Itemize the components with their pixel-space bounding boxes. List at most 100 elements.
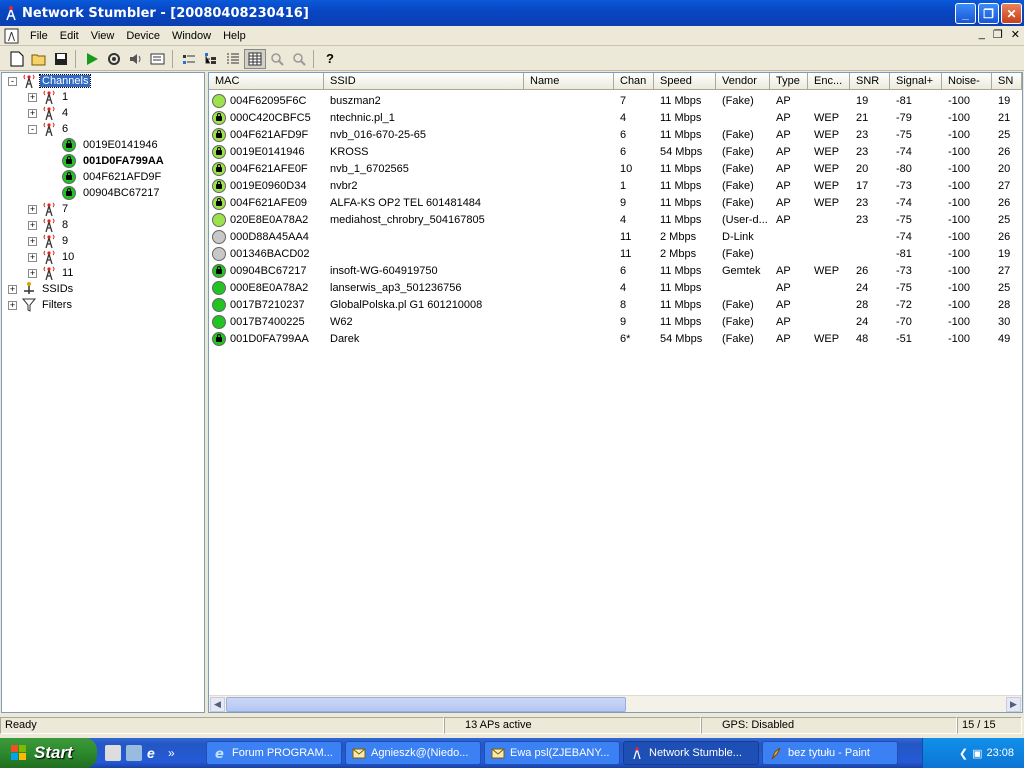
channel-tree[interactable]: - Channels +1 +4-6 0019E0141946 001D0FA799AA 0… [1,72,205,713]
table-cell: -100 [948,162,971,175]
menu-help[interactable]: Help [217,30,252,42]
tree-item[interactable]: 004F621AFD9F [62,169,163,185]
tray-network-icon[interactable]: ▣ [972,747,982,760]
table-row[interactable]: 004F621AFE09 ALFA-KS OP2 TEL 601481484 9 11… [209,194,1022,211]
column-header[interactable]: SSID [324,73,524,90]
table-row[interactable]: 001D0FA799AA Darek 6* 54 Mbps (Fake) AP WEP 48 -… [209,330,1022,347]
column-header[interactable]: Vendor [716,73,770,90]
open-icon[interactable] [28,49,50,69]
close-button[interactable]: ✕ [1001,3,1022,24]
column-header[interactable]: Signal+ [890,73,942,90]
taskbar-button[interactable]: Network Stumble... [623,741,759,765]
quicklaunch-a-icon[interactable] [105,745,121,761]
table-row[interactable]: 0019E0960D34 nvbr2 1 11 Mbps (Fake) AP WEP 17 -7… [209,177,1022,194]
horizontal-scrollbar[interactable]: ◀ ▶ [209,695,1022,712]
taskbar-button[interactable]: Ewa psl(ZJEBANY... [484,741,620,765]
config-icon[interactable] [147,49,169,69]
table-row[interactable]: 004F62095F6C buszman2 7 11 Mbps (Fake) AP 19 -8… [209,92,1022,109]
grid-icon[interactable] [244,48,266,69]
sound-icon[interactable] [125,49,147,69]
table-row[interactable]: 0017B7400225 W62 9 11 Mbps (Fake) AP 24 -70 -100… [209,313,1022,330]
expand-icon[interactable]: + [28,204,37,214]
new-icon[interactable] [6,49,28,69]
table-row[interactable]: 000E8E0A78A2 lanserwis_ap3_501236756 4 11 M… [209,279,1022,296]
tree-item[interactable]: 00904BC67217 [62,185,161,201]
menu-device[interactable]: Device [120,30,166,42]
tree-item[interactable]: +11 [28,265,75,281]
table-row[interactable]: 00904BC67217 insoft-WG-604919750 6 11 Mbps G… [209,262,1022,279]
column-header[interactable]: MAC [209,73,324,90]
tree-item[interactable]: +8 [28,217,70,233]
column-header[interactable]: SNR [850,73,890,90]
expand-icon[interactable]: + [28,236,37,246]
expand-icon[interactable]: + [28,252,37,262]
tree-item[interactable]: +7 [28,201,70,217]
taskbar-button[interactable]: e Forum PROGRAM... [206,741,342,765]
ap-list[interactable]: MAC SSID Name Chan Speed Vendor Type Enc... SNR S… [208,72,1023,713]
scroll-thumb[interactable] [226,697,626,712]
tree-item[interactable]: +1 [28,89,70,105]
tree-item[interactable]: 001D0FA799AA [62,153,166,169]
tree-item[interactable]: - Channels [8,73,92,89]
tree-item[interactable]: + SSIDs [8,281,75,297]
quicklaunch-ie-icon[interactable]: e [147,745,163,761]
column-header[interactable]: Enc... [808,73,850,90]
quicklaunch-b-icon[interactable] [126,745,142,761]
help-icon[interactable]: ? [319,49,341,69]
expand-icon[interactable]: + [28,108,37,118]
mdi-restore-button[interactable]: ❐ [993,28,1003,41]
quicklaunch-more-icon[interactable]: » [168,745,184,761]
zoom-in-icon[interactable] [266,49,288,69]
menu-edit[interactable]: Edit [54,30,85,42]
play-icon[interactable] [81,49,103,69]
expand-icon[interactable]: + [8,300,17,310]
column-header[interactable]: Noise- [942,73,992,90]
column-header[interactable]: Speed [654,73,716,90]
collapse-icon[interactable]: - [28,124,37,134]
tree-item[interactable]: +4 [28,105,70,121]
mdi-minimize-button[interactable]: _ [979,28,985,41]
column-header[interactable]: Name [524,73,614,90]
tree-item[interactable]: +9 [28,233,70,249]
clock[interactable]: 23:08 [986,747,1014,759]
zoom-out-icon[interactable] [288,49,310,69]
expand-icon[interactable]: + [28,268,37,278]
scroll-left-icon[interactable]: ◀ [210,697,225,712]
table-row[interactable]: 020E8E0A78A2 mediahost_chrobry_504167805 4… [209,211,1022,228]
expand-icon[interactable]: + [28,220,37,230]
tray-arrow-icon[interactable]: ❮ [959,747,968,760]
tree-item[interactable]: + Filters [8,297,74,313]
column-header[interactable]: SN [992,73,1022,90]
auto-config-icon[interactable] [103,49,125,69]
table-row[interactable]: 000D88A45AA4 11 2 Mbps D-Link -74 -100 26 [209,228,1022,245]
minimize-button[interactable]: _ [955,3,976,24]
taskbar-button[interactable]: Agnieszk@(Niedo... [345,741,481,765]
start-button[interactable]: Start [0,738,97,768]
scroll-right-icon[interactable]: ▶ [1006,697,1021,712]
table-row[interactable]: 0019E0141946 KROSS 6 54 Mbps (Fake) AP WEP 23 -7… [209,143,1022,160]
menu-file[interactable]: File [24,30,54,42]
details-icon[interactable] [222,49,244,69]
document-antenna-icon[interactable] [4,28,20,44]
save-icon[interactable] [50,49,72,69]
tree-item[interactable]: +10 [28,249,76,265]
column-header[interactable]: Type [770,73,808,90]
tree-item[interactable]: -6 [28,121,70,137]
table-row[interactable]: 000C420CBFC5 ntechnic.pl_1 4 11 Mbps AP WEP 21… [209,109,1022,126]
column-header[interactable]: Chan [614,73,654,90]
mdi-close-button[interactable]: ✕ [1011,28,1020,41]
tree-icon[interactable] [200,49,222,69]
taskbar-button[interactable]: bez tytułu - Paint [762,741,898,765]
table-row[interactable]: 0017B7210237 GlobalPolska.pl G1 601210008… [209,296,1022,313]
collapse-icon[interactable]: - [8,76,17,86]
table-row[interactable]: 004F621AFD9F nvb_016-670-25-65 6 11 Mbps (Fa… [209,126,1022,143]
table-row[interactable]: 004F621AFE0F nvb_1_6702565 10 11 Mbps (Fake)… [209,160,1022,177]
table-row[interactable]: 001346BACD02 11 2 Mbps (Fake) -81 -100 19 [209,245,1022,262]
menu-view[interactable]: View [85,30,121,42]
restore-button[interactable]: ❐ [978,3,999,24]
menu-window[interactable]: Window [166,30,217,42]
expand-icon[interactable]: + [28,92,37,102]
tree-item[interactable]: 0019E0141946 [62,137,160,153]
expand-icon[interactable]: + [8,284,17,294]
list-icon[interactable] [178,49,200,69]
